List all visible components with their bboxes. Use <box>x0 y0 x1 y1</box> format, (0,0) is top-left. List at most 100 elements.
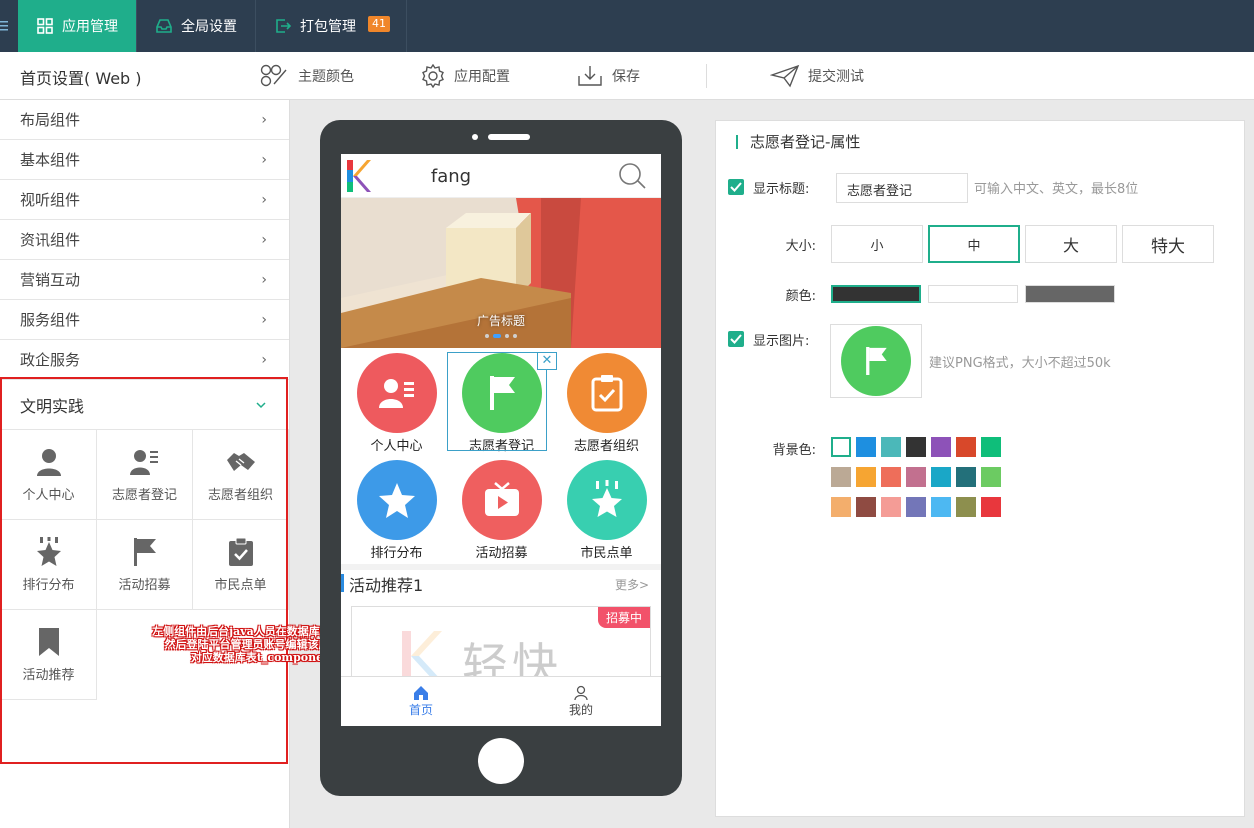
color-swatch[interactable] <box>831 437 851 457</box>
size-option-medium[interactable]: 中 <box>928 225 1020 263</box>
category-label: 资讯组件 <box>20 231 81 249</box>
chevron-right-icon: › <box>261 111 267 128</box>
title-input[interactable]: 志愿者登记 <box>836 173 968 203</box>
component-label: 活动招募 <box>118 578 171 593</box>
ad-banner[interactable]: 广告标题 <box>341 198 661 348</box>
phone-screen: fang 广告标题 个人中心 ✕ 志愿者登记 志愿者组织 排行分布 活动招募 市… <box>341 154 661 726</box>
category-media[interactable]: 视听组件 › <box>0 180 289 220</box>
more-link[interactable]: 更多> <box>615 576 649 593</box>
component-volunteer-organization[interactable]: 志愿者组织 <box>193 430 289 520</box>
color-swatch[interactable] <box>906 467 926 487</box>
color-swatch[interactable] <box>931 437 951 457</box>
category-civilization-practice[interactable]: 文明实践 <box>0 380 289 430</box>
component-activity-recommend[interactable]: 活动推荐 <box>1 610 97 700</box>
title-marker <box>341 574 344 592</box>
tab-app-management[interactable]: 应用管理 <box>18 0 137 52</box>
color-swatch[interactable] <box>931 467 951 487</box>
color-swatch[interactable] <box>856 497 876 517</box>
icon-personal-center[interactable]: 个人中心 <box>344 350 449 455</box>
banner-caption: 广告标题 <box>476 314 525 328</box>
tv-play-icon <box>461 460 542 540</box>
star-badge-icon <box>566 460 647 540</box>
category-government[interactable]: 政企服务 › <box>0 340 289 380</box>
clipboard-check-icon <box>227 536 255 568</box>
app-name: fang <box>430 166 472 187</box>
tab-label: 打包管理 <box>300 19 356 35</box>
icon-ranking[interactable]: 排行分布 <box>344 457 449 562</box>
tab-global-settings[interactable]: 全局设置 <box>137 0 256 52</box>
component-citizen-order[interactable]: 市民点单 <box>193 520 289 610</box>
tab-home[interactable]: 首页 <box>341 677 501 726</box>
size-option-large[interactable]: 大 <box>1025 225 1117 263</box>
icon-citizen-order[interactable]: 市民点单 <box>554 457 659 562</box>
theme-color-button[interactable]: 主题颜色 <box>260 64 354 88</box>
app-config-button[interactable]: 应用配置 <box>420 64 510 88</box>
color-option-dark[interactable] <box>831 285 921 303</box>
category-layout[interactable]: 布局组件 › <box>0 100 289 140</box>
color-swatch[interactable] <box>906 497 926 517</box>
color-swatch[interactable] <box>831 467 851 487</box>
menu-icon[interactable] <box>0 0 18 52</box>
id-card-icon <box>356 353 437 433</box>
user-card-icon <box>129 446 160 478</box>
phone-speaker <box>488 134 530 140</box>
download-icon <box>578 66 602 86</box>
save-button[interactable]: 保存 <box>576 64 640 88</box>
color-swatch[interactable] <box>931 497 951 517</box>
title-hint: 可输入中文、英文，最长8位 <box>974 182 1139 197</box>
submit-test-button[interactable]: 提交测试 <box>770 64 864 88</box>
submit-test-label: 提交测试 <box>808 69 864 85</box>
toolbar: 首页设置( Web ) 主题颜色 应用配置 保存 提交测试 <box>0 52 1254 100</box>
clipboard-check-icon <box>566 353 647 433</box>
page-title: 首页设置( Web ) <box>20 69 142 88</box>
flag-icon <box>841 326 911 396</box>
background-label: 背景色: <box>772 443 816 458</box>
color-swatch[interactable] <box>881 437 901 457</box>
color-swatch[interactable] <box>831 497 851 517</box>
category-marketing[interactable]: 营销互动 › <box>0 260 289 300</box>
color-swatch[interactable] <box>856 437 876 457</box>
color-option-white[interactable] <box>928 285 1018 303</box>
color-swatch[interactable] <box>856 467 876 487</box>
color-swatch[interactable] <box>956 497 976 517</box>
category-basic[interactable]: 基本组件 › <box>0 140 289 180</box>
size-option-xlarge[interactable]: 特大 <box>1122 225 1214 263</box>
handshake-icon <box>226 446 256 478</box>
icon-volunteer-register[interactable]: ✕ 志愿者登记 <box>447 350 557 455</box>
component-activity-recruit[interactable]: 活动招募 <box>97 520 193 610</box>
category-service[interactable]: 服务组件 › <box>0 300 289 340</box>
component-label: 市民点单 <box>214 578 267 593</box>
component-personal-center[interactable]: 个人中心 <box>1 430 97 520</box>
color-swatch[interactable] <box>981 467 1001 487</box>
image-hint: 建议PNG格式，大小不超过50k <box>929 356 1111 371</box>
color-swatch[interactable] <box>956 467 976 487</box>
component-volunteer-register[interactable]: 志愿者登记 <box>97 430 193 520</box>
color-swatch[interactable] <box>881 497 901 517</box>
show-image-checkbox[interactable] <box>728 331 744 347</box>
top-nav-bar: 应用管理 全局设置 打包管理 41 <box>0 0 1254 52</box>
panel-title: 志愿者登记-属性 <box>736 135 860 150</box>
image-upload[interactable] <box>830 324 922 398</box>
color-swatch[interactable] <box>981 437 1001 457</box>
tab-mine[interactable]: 我的 <box>501 677 661 726</box>
show-title-checkbox[interactable] <box>728 179 744 195</box>
color-swatch[interactable] <box>981 497 1001 517</box>
show-title-label: 显示标题: <box>753 182 810 197</box>
size-option-small[interactable]: 小 <box>831 225 923 263</box>
category-news[interactable]: 资讯组件 › <box>0 220 289 260</box>
icon-label: 市民点单 <box>580 546 633 561</box>
tab-package-management[interactable]: 打包管理 41 <box>256 0 407 52</box>
theme-color-label: 主题颜色 <box>298 69 354 85</box>
color-option-gray[interactable] <box>1025 285 1115 303</box>
icon-activity-recruit[interactable]: 活动招募 <box>449 457 554 562</box>
recommend-card[interactable]: 轻快 招募中 <box>351 606 651 686</box>
component-ranking[interactable]: 排行分布 <box>1 520 97 610</box>
color-swatch[interactable] <box>881 467 901 487</box>
color-swatch[interactable] <box>956 437 976 457</box>
inbox-icon <box>155 17 173 35</box>
icon-volunteer-organization[interactable]: 志愿者组织 <box>554 350 659 455</box>
color-swatch[interactable] <box>906 437 926 457</box>
search-icon[interactable] <box>617 162 647 190</box>
component-label: 志愿者登记 <box>111 488 177 503</box>
selection-box <box>447 352 547 451</box>
